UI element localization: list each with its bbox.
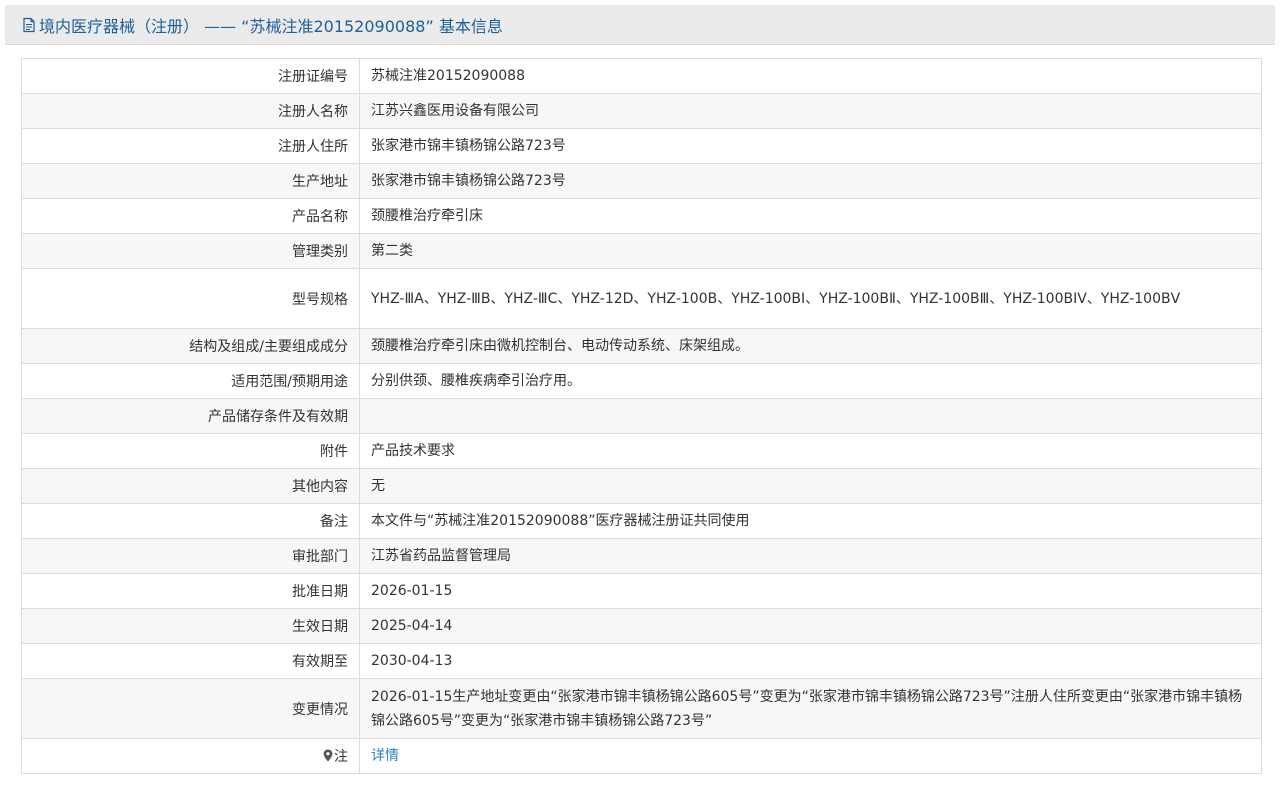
row-value: 江苏兴鑫医用设备有限公司 <box>359 93 1262 129</box>
row-label: 产品储存条件及有效期 <box>21 398 360 434</box>
row-label: 附件 <box>21 433 360 469</box>
row-label: 其他内容 <box>21 468 360 504</box>
row-label: 型号规格 <box>21 268 360 329</box>
row-value <box>359 398 1262 434</box>
row-label: 结构及组成/主要组成成分 <box>21 328 360 364</box>
row-value: 苏械注准20152090088 <box>359 58 1262 94</box>
row-value: 张家港市锦丰镇杨锦公路723号 <box>359 128 1262 164</box>
table-row: 注册证编号 苏械注准20152090088 <box>21 58 1262 94</box>
table-row: 适用范围/预期用途 分别供颈、腰椎疾病牵引治疗用。 <box>21 363 1262 399</box>
row-label: 注册人名称 <box>21 93 360 129</box>
location-pin-icon <box>323 749 333 762</box>
table-row: 注册人名称 江苏兴鑫医用设备有限公司 <box>21 93 1262 129</box>
table-row: 批准日期 2026-01-15 <box>21 573 1262 609</box>
note-value-cell: 详情 <box>359 738 1262 774</box>
row-label: 适用范围/预期用途 <box>21 363 360 399</box>
table-row: 审批部门 江苏省药品监督管理局 <box>21 538 1262 574</box>
table-row: 生效日期 2025-04-14 <box>21 608 1262 644</box>
row-label: 产品名称 <box>21 198 360 234</box>
table-row: 生产地址 张家港市锦丰镇杨锦公路723号 <box>21 163 1262 199</box>
row-label: 审批部门 <box>21 538 360 574</box>
note-label: 注 <box>334 749 348 765</box>
page-header: 境内医疗器械（注册） —— “苏械注准20152090088” 基本信息 <box>5 5 1275 45</box>
table-row: 附件 产品技术要求 <box>21 433 1262 469</box>
table-row: 注册人住所 张家港市锦丰镇杨锦公路723号 <box>21 128 1262 164</box>
row-label: 生效日期 <box>21 608 360 644</box>
row-label: 注册人住所 <box>21 128 360 164</box>
document-icon <box>22 17 36 33</box>
table-row: 产品储存条件及有效期 <box>21 398 1262 434</box>
table-row: 有效期至 2030-04-13 <box>21 643 1262 679</box>
table-row: 管理类别 第二类 <box>21 233 1262 269</box>
row-value: 分别供颈、腰椎疾病牵引治疗用。 <box>359 363 1262 399</box>
row-value: 颈腰椎治疗牵引床 <box>359 198 1262 234</box>
row-value: 2025-04-14 <box>359 608 1262 644</box>
table-row: 产品名称 颈腰椎治疗牵引床 <box>21 198 1262 234</box>
row-value: 颈腰椎治疗牵引床由微机控制台、电动传动系统、床架组成。 <box>359 328 1262 364</box>
row-value: 2030-04-13 <box>359 643 1262 679</box>
row-label: 批准日期 <box>21 573 360 609</box>
row-label: 生产地址 <box>21 163 360 199</box>
row-value: 本文件与“苏械注准20152090088”医疗器械注册证共同使用 <box>359 503 1262 539</box>
row-value: YHZ-ⅢA、YHZ-ⅢB、YHZ-ⅢC、YHZ-12D、YHZ-100B、YH… <box>359 268 1262 329</box>
row-value: 张家港市锦丰镇杨锦公路723号 <box>359 163 1262 199</box>
row-value: 江苏省药品监督管理局 <box>359 538 1262 574</box>
row-label: 注册证编号 <box>21 58 360 94</box>
row-value: 2026-01-15 <box>359 573 1262 609</box>
info-table-body: 注册证编号 苏械注准20152090088 注册人名称 江苏兴鑫医用设备有限公司 注册人… <box>21 58 1262 739</box>
table-row: 备注 本文件与“苏械注准20152090088”医疗器械注册证共同使用 <box>21 503 1262 539</box>
note-row: 注 详情 <box>21 738 1262 774</box>
row-label: 管理类别 <box>21 233 360 269</box>
page-title: 境内医疗器械（注册） —— “苏械注准20152090088” 基本信息 <box>39 16 503 36</box>
row-value: 第二类 <box>359 233 1262 269</box>
page: 境内医疗器械（注册） —— “苏械注准20152090088” 基本信息 注册证… <box>0 0 1280 806</box>
table-row: 结构及组成/主要组成成分 颈腰椎治疗牵引床由微机控制台、电动传动系统、床架组成。 <box>21 328 1262 364</box>
table-row: 变更情况 2026-01-15生产地址变更由“张家港市锦丰镇杨锦公路605号”变更… <box>21 678 1262 739</box>
row-label: 变更情况 <box>21 678 360 739</box>
note-label-cell: 注 <box>21 738 360 774</box>
row-value: 产品技术要求 <box>359 433 1262 469</box>
table-row: 其他内容无 <box>21 468 1262 504</box>
table-row: 型号规格 YHZ-ⅢA、YHZ-ⅢB、YHZ-ⅢC、YHZ-12D、YHZ-100… <box>21 268 1262 329</box>
row-label: 有效期至 <box>21 643 360 679</box>
info-table: 注册证编号 苏械注准20152090088 注册人名称 江苏兴鑫医用设备有限公司 注册人… <box>21 58 1262 774</box>
row-label: 备注 <box>21 503 360 539</box>
row-value: 2026-01-15生产地址变更由“张家港市锦丰镇杨锦公路605号”变更为“张家… <box>359 678 1262 739</box>
row-value: 无 <box>359 468 1262 504</box>
details-link[interactable]: 详情 <box>371 748 399 764</box>
